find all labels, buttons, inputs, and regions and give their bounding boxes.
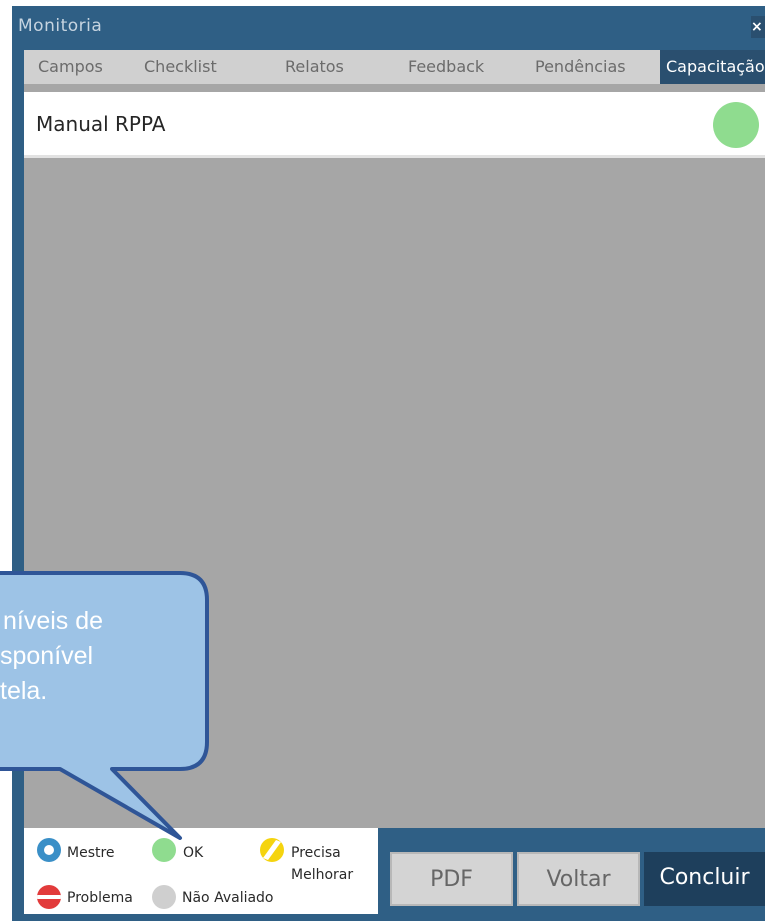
legend-precisa: Precisa xyxy=(291,845,341,861)
item-label: Manual RPPA xyxy=(36,112,166,136)
precisa-melhorar-icon xyxy=(260,838,284,862)
footer: Mestre OK Precisa Melhorar Problema Não … xyxy=(24,828,765,921)
tab-pendencias[interactable]: Pendências xyxy=(535,50,626,84)
concluir-button[interactable]: Concluir xyxy=(644,852,765,906)
legend-nao-avaliado: Não Avaliado xyxy=(182,890,274,906)
tab-feedback[interactable]: Feedback xyxy=(408,50,484,84)
ok-status-icon[interactable] xyxy=(713,102,759,148)
title-bar: Monitoria × xyxy=(12,6,765,46)
ok-icon xyxy=(152,838,176,862)
tab-bar: Campos Checklist Relatos Feedback Pendên… xyxy=(24,50,765,84)
legend: Mestre OK Precisa Melhorar Problema Não … xyxy=(24,828,378,914)
tab-capacitacao[interactable]: Capacitação xyxy=(660,50,765,84)
content-area: Manual RPPA xyxy=(24,84,765,828)
monitoria-window: Monitoria × Campos Checklist Relatos Fee… xyxy=(12,6,765,921)
legend-ok: OK xyxy=(183,845,204,861)
legend-melhorar: Melhorar xyxy=(291,867,354,883)
problema-icon xyxy=(37,885,61,909)
legend-problema: Problema xyxy=(67,890,133,906)
mestre-icon xyxy=(37,838,61,862)
close-button[interactable]: × xyxy=(751,16,765,38)
window-title: Monitoria xyxy=(18,16,103,36)
legend-mestre: Mestre xyxy=(67,845,115,861)
tab-campos[interactable]: Campos xyxy=(38,50,103,84)
list-item[interactable]: Manual RPPA xyxy=(24,92,765,158)
pdf-button[interactable]: PDF xyxy=(390,852,513,906)
tab-relatos[interactable]: Relatos xyxy=(285,50,344,84)
voltar-button[interactable]: Voltar xyxy=(517,852,640,906)
tab-checklist[interactable]: Checklist xyxy=(144,50,217,84)
nao-avaliado-icon xyxy=(152,885,176,909)
